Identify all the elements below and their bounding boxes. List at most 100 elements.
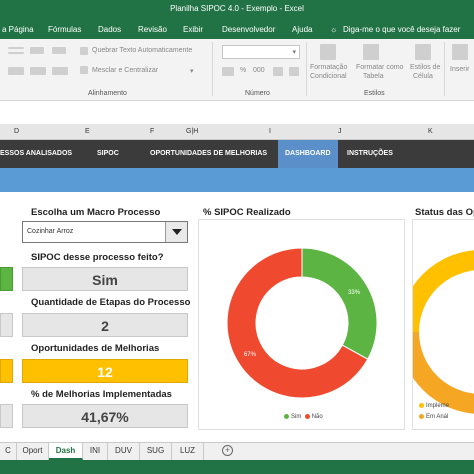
ribbon-separator [212, 42, 213, 96]
add-sheet-icon[interactable]: + [222, 445, 233, 456]
lightbulb-icon: ☼ [330, 25, 338, 34]
donut-label-sim: 33% [348, 290, 361, 296]
status-chart-title: Status das Op [415, 207, 474, 218]
col-header-e[interactable]: E [85, 128, 90, 135]
process-dropdown[interactable]: Cozinhar Arroz [22, 221, 188, 243]
left-yellow-cell [0, 359, 13, 383]
chevron-down-icon [172, 229, 182, 235]
menu-view[interactable]: Exibir [183, 25, 203, 34]
steps-label: Quantidade de Etapas do Processo [31, 297, 191, 308]
status-legend-dot-implemented [419, 403, 424, 408]
sheet-tab-dash[interactable]: Dash [49, 443, 83, 460]
align-right-icon[interactable] [52, 67, 68, 75]
sheet-tab-sug[interactable]: SUG [140, 443, 172, 460]
insert-button[interactable]: Inserir [450, 66, 469, 73]
opportunities-value: 12 [22, 359, 188, 383]
status-legend-analysis-label: Em Anál [426, 414, 449, 421]
wrap-text-button[interactable]: Quebrar Texto Automaticamente [92, 47, 192, 54]
sheet-nav-bar: ESSOS ANALISADOS SIPOC OPORTUNIDADES DE … [0, 140, 474, 168]
col-header-gh[interactable]: G|H [186, 128, 198, 135]
format-table-label[interactable]: Formatar como [356, 64, 403, 71]
indent-icon[interactable] [30, 47, 44, 54]
nav-dashboard[interactable]: DASHBOARD [285, 150, 331, 157]
column-headers: D E F G|H I J K [0, 124, 474, 140]
ribbon-separator [306, 42, 307, 96]
sheet-tab-ini[interactable]: INI [83, 443, 108, 460]
col-header-d[interactable]: D [14, 128, 19, 135]
thousands-button[interactable]: 000 [253, 67, 265, 74]
col-header-f[interactable]: F [150, 128, 154, 135]
menu-page-layout[interactable]: a Página [2, 25, 34, 34]
pct-implemented-label: % de Melhorias Implementadas [31, 389, 172, 400]
left-status-cell [0, 267, 13, 291]
align-center-icon[interactable] [30, 67, 46, 75]
format-table-icon[interactable] [363, 44, 379, 60]
tell-me-search[interactable]: Diga-me o que você deseja fazer [343, 25, 460, 34]
sipoc-done-value: Sim [22, 267, 188, 291]
legend-sim: Sim [291, 414, 302, 421]
legend-dot-nao [304, 414, 310, 419]
merge-dropdown-icon[interactable]: ▾ [190, 67, 194, 75]
number-format-select[interactable]: ▾ [222, 45, 300, 59]
sheet-tab-duv[interactable]: DUV [108, 443, 140, 460]
col-header-i[interactable]: I [269, 128, 271, 135]
insert-cells-icon[interactable] [452, 44, 468, 60]
status-legend-analysis: Em Anál [419, 414, 448, 420]
legend-dot-sim [284, 414, 289, 419]
col-header-j[interactable]: J [338, 128, 342, 135]
menu-developer[interactable]: Desenvolvedor [222, 25, 275, 34]
sheet-tab-c[interactable]: C [0, 443, 17, 460]
merge-center-icon [80, 66, 88, 74]
cell-styles-icon[interactable] [415, 44, 431, 60]
menu-data[interactable]: Dados [98, 25, 121, 34]
title-bar: Planilha SIPOC 4.0 - Exemplo - Excel [0, 0, 474, 22]
percent-button[interactable]: % [240, 67, 246, 74]
left-cell [0, 313, 13, 337]
donut-label-não: 67% [244, 352, 257, 358]
col-header-k[interactable]: K [428, 128, 433, 135]
decrease-decimal-icon[interactable] [289, 67, 299, 76]
group-alignment-label: Alinhamento [88, 90, 127, 97]
menu-formulas[interactable]: Fórmulas [48, 25, 81, 34]
align-left-icon[interactable] [8, 67, 24, 75]
status-bar [0, 460, 474, 474]
align-middle-icon[interactable] [8, 52, 24, 54]
cell-styles-label-2[interactable]: Célula [413, 73, 433, 80]
orientation-icon[interactable] [52, 47, 66, 54]
dropdown-arrow[interactable] [165, 222, 187, 242]
choose-process-label: Escolha um Macro Processo [31, 207, 161, 218]
ribbon-separator [444, 42, 445, 96]
currency-icon[interactable] [222, 67, 234, 76]
nav-instrucoes[interactable]: INSTRUÇÕES [347, 150, 393, 157]
status-slice-implemented [399, 250, 474, 332]
menu-help[interactable]: Ajuda [292, 25, 312, 34]
sipoc-done-label: SIPOC desse processo feito? [31, 252, 164, 263]
status-chart-panel[interactable]: 17% Impleme Em Anál [399, 219, 474, 430]
conditional-format-label-2[interactable]: Condicional [310, 73, 347, 80]
sheet-tab-oport[interactable]: Oport [17, 443, 49, 460]
nav-oportunidades[interactable]: OPORTUNIDADES DE MELHORIAS [150, 150, 267, 157]
sheet-tabs-bar: C Oport Dash INI DUV SUG LUZ [0, 442, 474, 460]
menu-review[interactable]: Revisão [138, 25, 167, 34]
formula-bar-area [0, 101, 474, 124]
cell-styles-label[interactable]: Estilos de [410, 64, 440, 71]
process-dropdown-value: Cozinhar Arroz [27, 228, 74, 235]
increase-decimal-icon[interactable] [273, 67, 283, 76]
chevron-down-icon: ▾ [292, 49, 296, 56]
legend-nao: Não [311, 414, 323, 421]
nav-processos-analisados[interactable]: ESSOS ANALISADOS [0, 150, 72, 157]
conditional-format-label[interactable]: Formatação [310, 64, 347, 71]
nav-sipoc[interactable]: SIPOC [97, 150, 119, 157]
sipoc-chart-panel[interactable]: 33% 67% Sim Não [198, 219, 405, 430]
wrap-text-icon [80, 47, 88, 55]
merge-center-button[interactable]: Mesclar e Centralizar [92, 67, 158, 74]
align-top-icon[interactable] [8, 47, 24, 49]
sheet-tab-luz[interactable]: LUZ [172, 443, 204, 460]
conditional-format-icon[interactable] [320, 44, 336, 60]
donut-slice-sim[interactable] [301, 247, 378, 360]
chart-title: % SIPOC Realizado [203, 207, 291, 218]
status-slice-label: 17% [453, 306, 466, 312]
pct-implemented-value: 41,67% [22, 404, 188, 428]
status-legend-implemented-label: Impleme [426, 403, 450, 410]
format-table-label-2[interactable]: Tabela [363, 73, 384, 80]
